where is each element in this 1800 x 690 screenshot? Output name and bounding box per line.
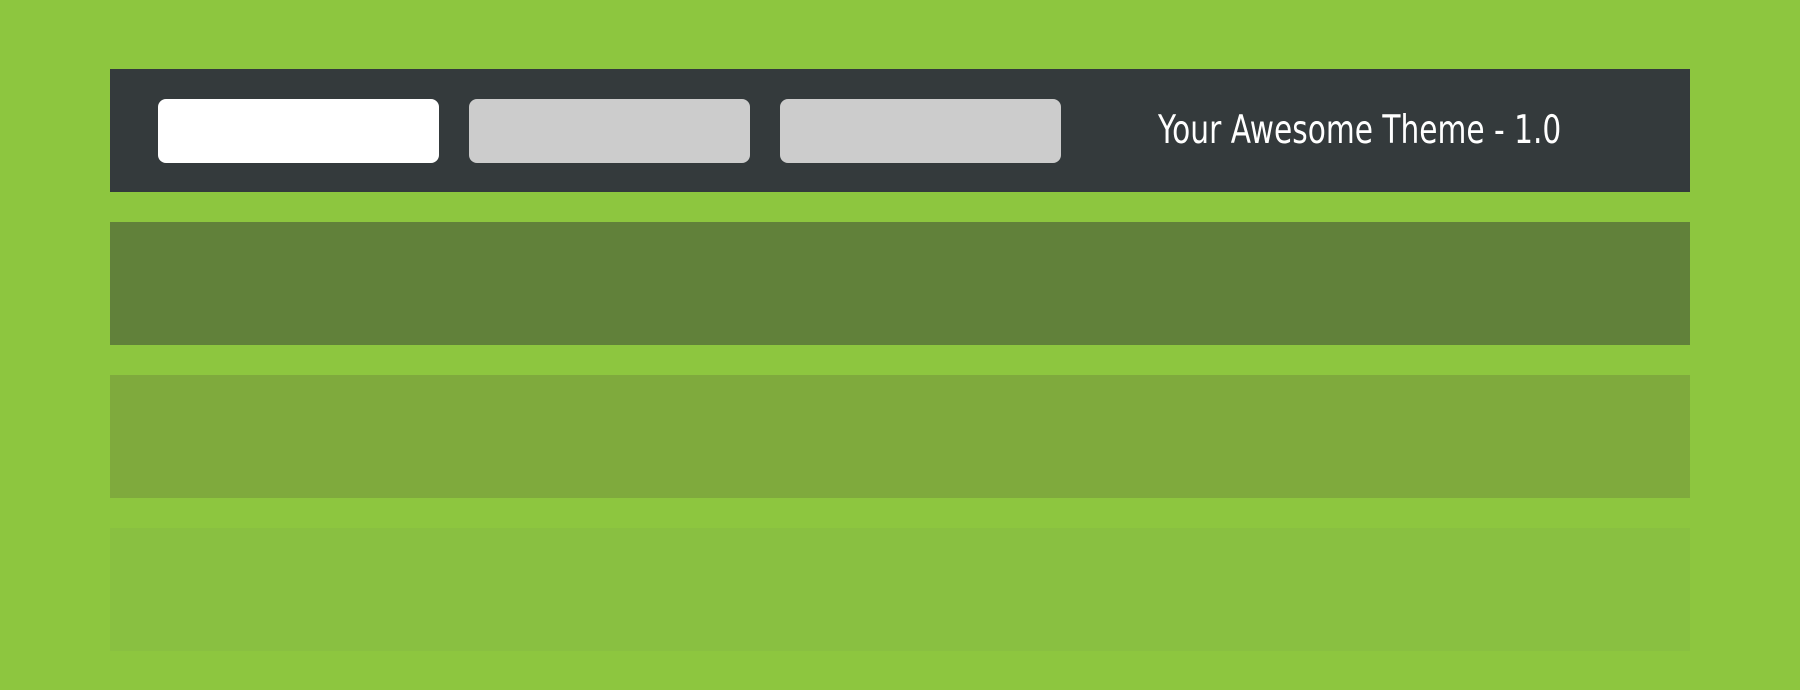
header-bar: Your Awesome Theme - 1.0 (110, 69, 1690, 192)
tab-1[interactable] (158, 99, 439, 163)
tab-2[interactable] (469, 99, 750, 163)
content-band-light (110, 528, 1690, 651)
content-band-medium (110, 375, 1690, 498)
content-band-dark (110, 222, 1690, 345)
tab-3[interactable] (780, 99, 1061, 163)
theme-title: Your Awesome Theme - 1.0 (1158, 108, 1562, 153)
